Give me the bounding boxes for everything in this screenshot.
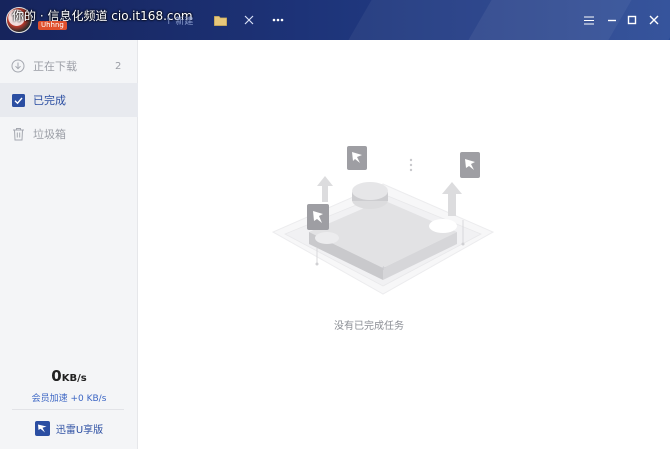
download-count: 2 — [115, 60, 122, 72]
empty-state-text: 没有已完成任务 — [334, 321, 404, 332]
sidebar-item-completed[interactable]: 已完成 — [0, 83, 138, 117]
divider — [12, 409, 124, 410]
sidebar-item-label: 垃圾箱 — [33, 128, 66, 141]
trash-icon — [11, 127, 25, 141]
vip-speed-link[interactable]: 会员加速 +0 KB/s — [0, 391, 138, 404]
sidebar: 正在下载 2 已完成 垃圾箱 0KB/s 会员加速 +0 KB/s 迅雷U享版 — [0, 40, 138, 449]
more-icon[interactable] — [270, 12, 286, 28]
sidebar-item-downloading[interactable]: 正在下载 2 — [0, 49, 138, 83]
download-icon — [11, 59, 25, 73]
close-icon[interactable] — [646, 12, 662, 28]
new-task-button[interactable]: ↑ 新建 — [165, 14, 193, 27]
sidebar-item-label: 已完成 — [33, 94, 66, 107]
download-speed: 0KB/s — [0, 366, 138, 385]
delete-icon[interactable] — [241, 12, 257, 28]
vip-badge: Uhhng — [38, 21, 67, 30]
maximize-icon[interactable] — [624, 12, 640, 28]
speed-unit: KB/s — [61, 373, 87, 384]
edition-label: 迅雷U享版 — [55, 424, 104, 436]
sidebar-item-label: 正在下载 — [33, 60, 77, 73]
title-bar: 你的 · 信息化频道 cio.it168.com Uhhng ↑ 新建 — [0, 0, 670, 40]
checkbox-checked-icon — [11, 93, 25, 107]
menu-icon[interactable] — [581, 12, 597, 28]
thunder-logo-icon — [34, 420, 50, 436]
folder-icon[interactable] — [212, 12, 228, 28]
sidebar-item-trash[interactable]: 垃圾箱 — [0, 117, 138, 151]
svg-text:+: + — [381, 265, 386, 272]
edition-button[interactable]: 迅雷U享版 — [0, 416, 138, 440]
minimize-icon[interactable] — [604, 12, 620, 28]
main-content: + 没有已完成任务 — [139, 40, 670, 449]
empty-state-illustration: + — [271, 146, 495, 295]
speed-value: 0 — [51, 367, 62, 385]
